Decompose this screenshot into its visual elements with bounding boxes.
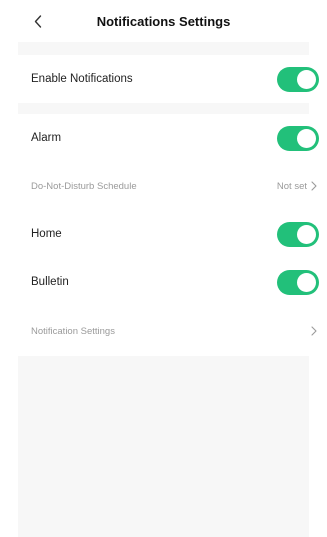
alarm-toggle[interactable] <box>277 125 319 151</box>
notifications-settings-screen: Notifications Settings Enable Notificati… <box>18 0 319 537</box>
chevron-right-icon <box>311 326 317 336</box>
home-toggle[interactable] <box>277 221 319 247</box>
bulletin-label: Bulletin <box>31 276 69 288</box>
alarm-label: Alarm <box>31 132 62 144</box>
toggle-knob <box>297 224 316 244</box>
navigation-bar: Notifications Settings <box>18 0 309 42</box>
dnd-schedule-trail: Not set <box>277 181 317 192</box>
chevron-right-icon <box>311 181 317 191</box>
enable-notifications-toggle[interactable] <box>277 66 319 92</box>
dnd-schedule-value: Not set <box>276 180 307 192</box>
notification-settings-label: Notification Settings <box>31 325 115 337</box>
bulletin-toggle[interactable] <box>277 269 319 295</box>
notification-settings-trail <box>311 326 317 336</box>
toggle-knob <box>297 69 316 89</box>
page-title: Notifications Settings <box>96 13 231 29</box>
alarm-row: Alarm <box>18 114 319 162</box>
home-row: Home <box>18 210 319 258</box>
notification-settings-row[interactable]: Notification Settings <box>18 306 317 356</box>
enable-notifications-row: Enable Notifications <box>18 55 319 103</box>
dnd-schedule-label: Do-Not-Disturb Schedule <box>31 180 137 192</box>
bulletin-row: Bulletin <box>18 258 319 306</box>
back-chevron-icon[interactable] <box>30 12 46 30</box>
dnd-schedule-row[interactable]: Do-Not-Disturb Schedule Not set <box>18 162 317 210</box>
toggle-knob <box>297 128 316 148</box>
notification-types-group: Alarm Do-Not-Disturb Schedule Not set Ho… <box>18 114 319 356</box>
home-label: Home <box>31 228 62 240</box>
master-toggle-group: Enable Notifications <box>18 55 319 103</box>
enable-notifications-label: Enable Notifications <box>31 73 133 85</box>
toggle-knob <box>297 272 316 292</box>
